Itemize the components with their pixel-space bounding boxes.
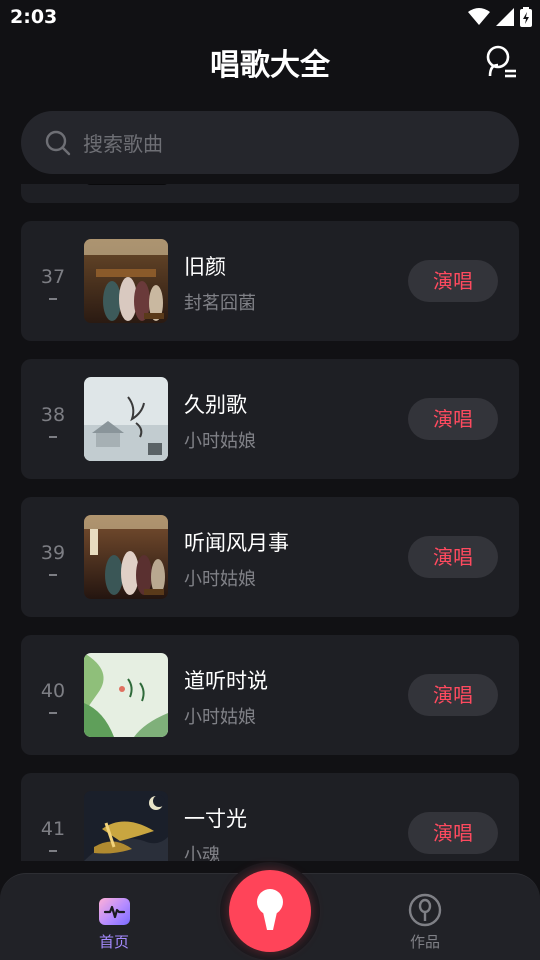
song-artist: 小时姑娘: [184, 707, 256, 728]
rank-dash: [49, 850, 57, 852]
wifi-icon: [468, 8, 490, 25]
nav-works-label: 作品: [409, 933, 440, 951]
rank-dash: [49, 298, 57, 300]
song-rank: 38: [40, 404, 66, 426]
song-artist: 小时姑娘: [184, 431, 256, 452]
rank-dash: [49, 712, 57, 714]
sing-button[interactable]: 演唱: [408, 398, 498, 440]
nav-works[interactable]: 作品: [395, 893, 455, 958]
album-cover: [84, 653, 168, 737]
rank-dash: [49, 436, 57, 438]
song-card[interactable]: 39 听闻风月事 小时姑娘 演唱: [21, 497, 519, 617]
song-rank: 39: [40, 542, 66, 564]
home-icon: [99, 898, 130, 925]
user-profile-button[interactable]: [484, 44, 518, 78]
user-icon: [486, 45, 516, 78]
status-icons: [468, 7, 532, 27]
song-title: 道听时说: [184, 669, 268, 693]
song-card[interactable]: 38 久别歌 小时姑娘 演唱: [21, 359, 519, 479]
sing-button[interactable]: 演唱: [408, 536, 498, 578]
sing-button[interactable]: 演唱: [408, 260, 498, 302]
song-rank: 40: [40, 680, 66, 702]
song-card[interactable]: 40 道听时说 小时姑娘 演唱: [21, 635, 519, 755]
song-card-partial[interactable]: [21, 184, 519, 203]
signal-icon: [496, 8, 514, 26]
rank-dash: [49, 574, 57, 576]
song-title: 旧颜: [184, 255, 226, 279]
album-cover: [84, 791, 168, 861]
cover-partial: [86, 184, 168, 185]
nav-home[interactable]: 首页: [84, 898, 144, 958]
album-cover: [84, 377, 168, 461]
status-bar: 2:03: [0, 0, 540, 36]
song-card[interactable]: 37 旧颜 封茗囧菌 演唱: [21, 221, 519, 341]
album-cover: [84, 515, 168, 599]
search-input[interactable]: 搜索歌曲: [21, 111, 519, 174]
record-button[interactable]: [229, 870, 311, 952]
song-artist: 封茗囧菌: [184, 293, 256, 314]
search-icon: [45, 130, 71, 155]
song-artist: 小时姑娘: [184, 569, 256, 590]
song-card[interactable]: 41 一寸光 小魂 演唱: [21, 773, 519, 861]
song-title: 听闻风月事: [184, 531, 289, 555]
status-time: 2:03: [10, 6, 58, 28]
sing-button[interactable]: 演唱: [408, 674, 498, 716]
song-title: 一寸光: [184, 807, 247, 831]
song-rank: 37: [40, 266, 66, 288]
song-rank: 41: [40, 818, 66, 840]
search-placeholder: 搜索歌曲: [83, 132, 163, 156]
sing-button[interactable]: 演唱: [408, 812, 498, 854]
nav-home-label: 首页: [98, 933, 129, 951]
works-icon: [408, 893, 442, 927]
microphone-icon: [257, 889, 283, 930]
song-list[interactable]: 37 旧颜 封茗囧菌 演唱 38 久别歌 小时姑娘 演唱 39 听闻风月事 小时…: [0, 184, 540, 861]
page-title: 唱歌大全: [210, 48, 330, 83]
song-title: 久别歌: [184, 393, 247, 417]
album-cover: [84, 239, 168, 323]
song-artist: 小魂: [184, 845, 220, 861]
battery-icon: [520, 7, 532, 27]
